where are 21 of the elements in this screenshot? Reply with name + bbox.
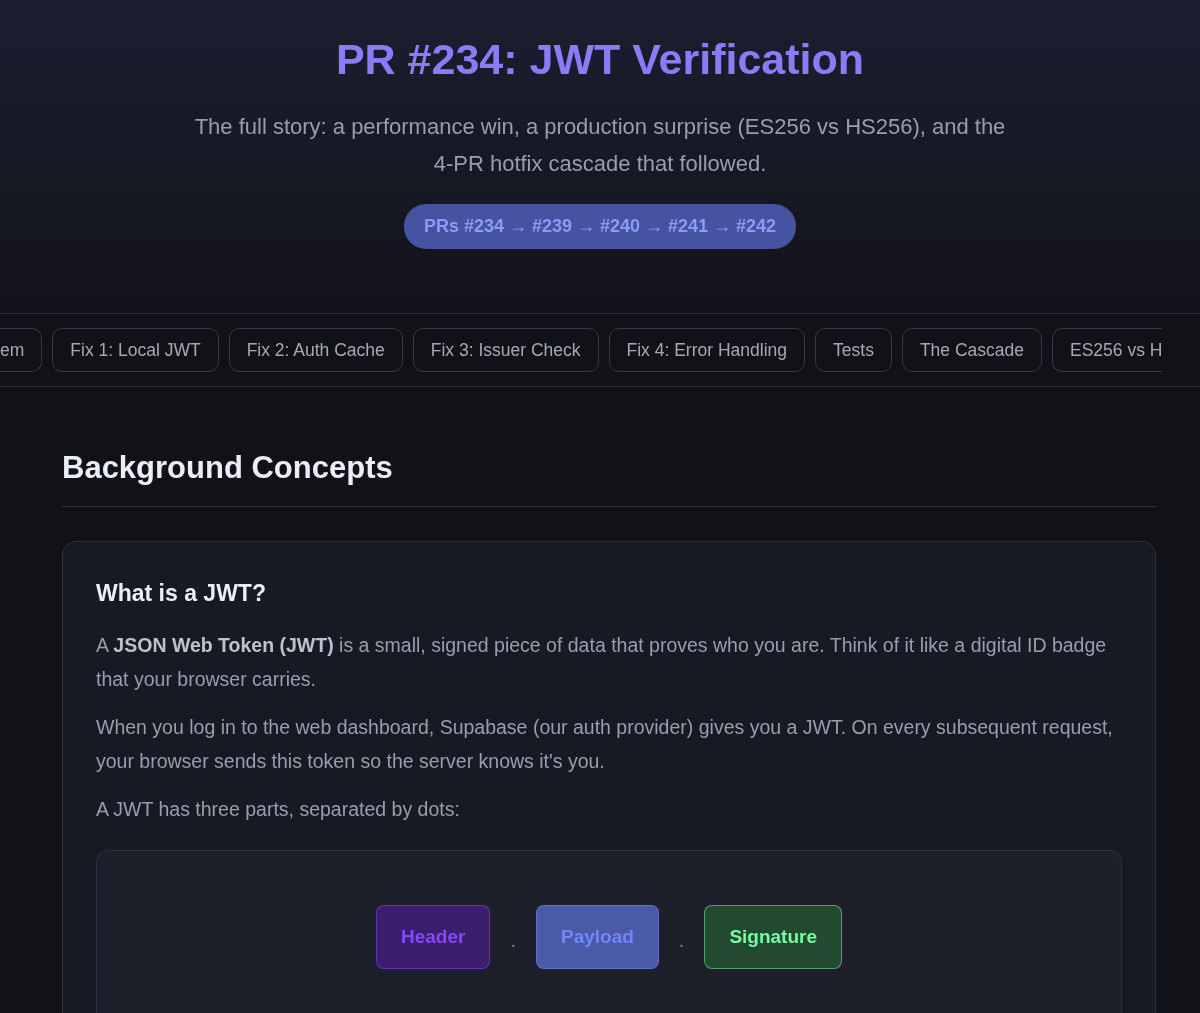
card-title: What is a JWT?	[96, 580, 267, 608]
nav-tab[interactable]: Fix 1: Local JWT	[52, 327, 219, 372]
nav-tab[interactable]: Tests	[815, 327, 892, 372]
jwt-part: Signature	[704, 904, 842, 970]
section-heading: Background Concepts	[62, 448, 1156, 508]
nav-tab[interactable]: Fix 3: Issuer Check	[412, 327, 599, 372]
page-title: PR #234: JWT Verification	[334, 34, 866, 85]
paragraph: A JWT has three parts, separated by dots:	[96, 796, 461, 822]
dot-separator: .	[510, 927, 516, 953]
nav-tab[interactable]: ES256 vs H	[1052, 327, 1163, 372]
pr-badge: PRs #234 → #239 → #240 → #241 → #242	[403, 203, 797, 249]
nav-tab[interactable]: Fix 2: Auth Cache	[228, 327, 403, 372]
paragraph: A JSON Web Token (JWT) is a small, signed piece of data that proves who you are. Think of it like a digital ID badge that your browser carries.	[96, 632, 1108, 692]
nav-tab[interactable]: The Cascade	[901, 327, 1042, 372]
nav-tab[interactable]: em	[0, 327, 43, 372]
jwt-part: Payload	[535, 904, 659, 970]
dot-separator: .	[678, 927, 685, 953]
paragraph: When you log in to the web dashboard, Supabase (our auth provider) gives you a JWT. On every subsequent request, your browser sends this token so the server knows it's you.	[96, 714, 1114, 774]
subtitle: The full story: a performance win, a production surprise (ES256 vs HS256), and the 4-PR hotfix cascade that followed.	[193, 112, 1007, 178]
jwt-part: Header	[375, 904, 491, 970]
nav-tab[interactable]: Fix 4: Error Handling	[608, 327, 806, 372]
